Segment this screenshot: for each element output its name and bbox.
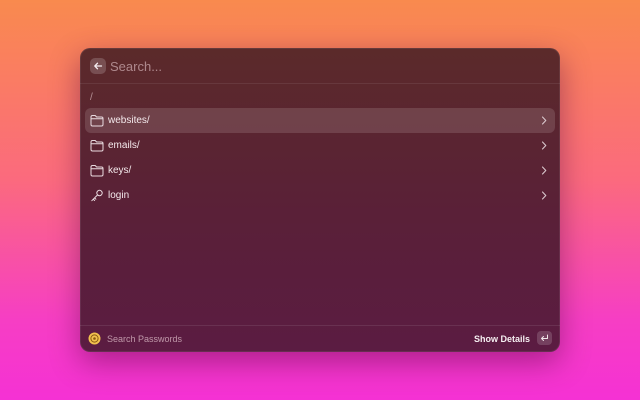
enter-key-icon [541, 334, 548, 341]
list-item-emails[interactable]: emails/ [85, 133, 555, 158]
key-icon [91, 189, 103, 202]
footer-title: Search Passwords [107, 334, 183, 344]
list-item-websites[interactable]: websites/ [85, 108, 555, 133]
list-item-label: websites/ [108, 115, 150, 126]
list-item-login[interactable]: login [85, 183, 555, 208]
chevron-right-icon [541, 191, 547, 200]
list-item-label: emails/ [108, 140, 140, 151]
back-button[interactable] [90, 58, 106, 74]
footer-bar: Search Passwords Show Details [80, 325, 560, 352]
list-item-keys[interactable]: keys/ [85, 158, 555, 183]
arrow-left-icon [94, 62, 103, 70]
chevron-right-icon [541, 141, 547, 150]
chevron-right-icon [541, 116, 547, 125]
show-details-button[interactable]: Show Details [474, 334, 530, 344]
folder-icon [90, 165, 104, 177]
search-input[interactable] [110, 56, 530, 76]
chevron-right-icon [541, 166, 547, 175]
list-item-label: keys/ [108, 165, 132, 176]
app-logo-icon [88, 332, 101, 345]
list-item-label: login [108, 190, 130, 201]
folder-icon [90, 140, 104, 152]
folder-icon [90, 115, 104, 127]
search-bar [80, 48, 560, 84]
launcher-window: / websites/ emails/ keys/ [80, 48, 560, 352]
results-list: websites/ emails/ keys/ login [85, 108, 555, 208]
enter-key-button[interactable] [537, 331, 552, 345]
current-path: / [90, 92, 93, 103]
